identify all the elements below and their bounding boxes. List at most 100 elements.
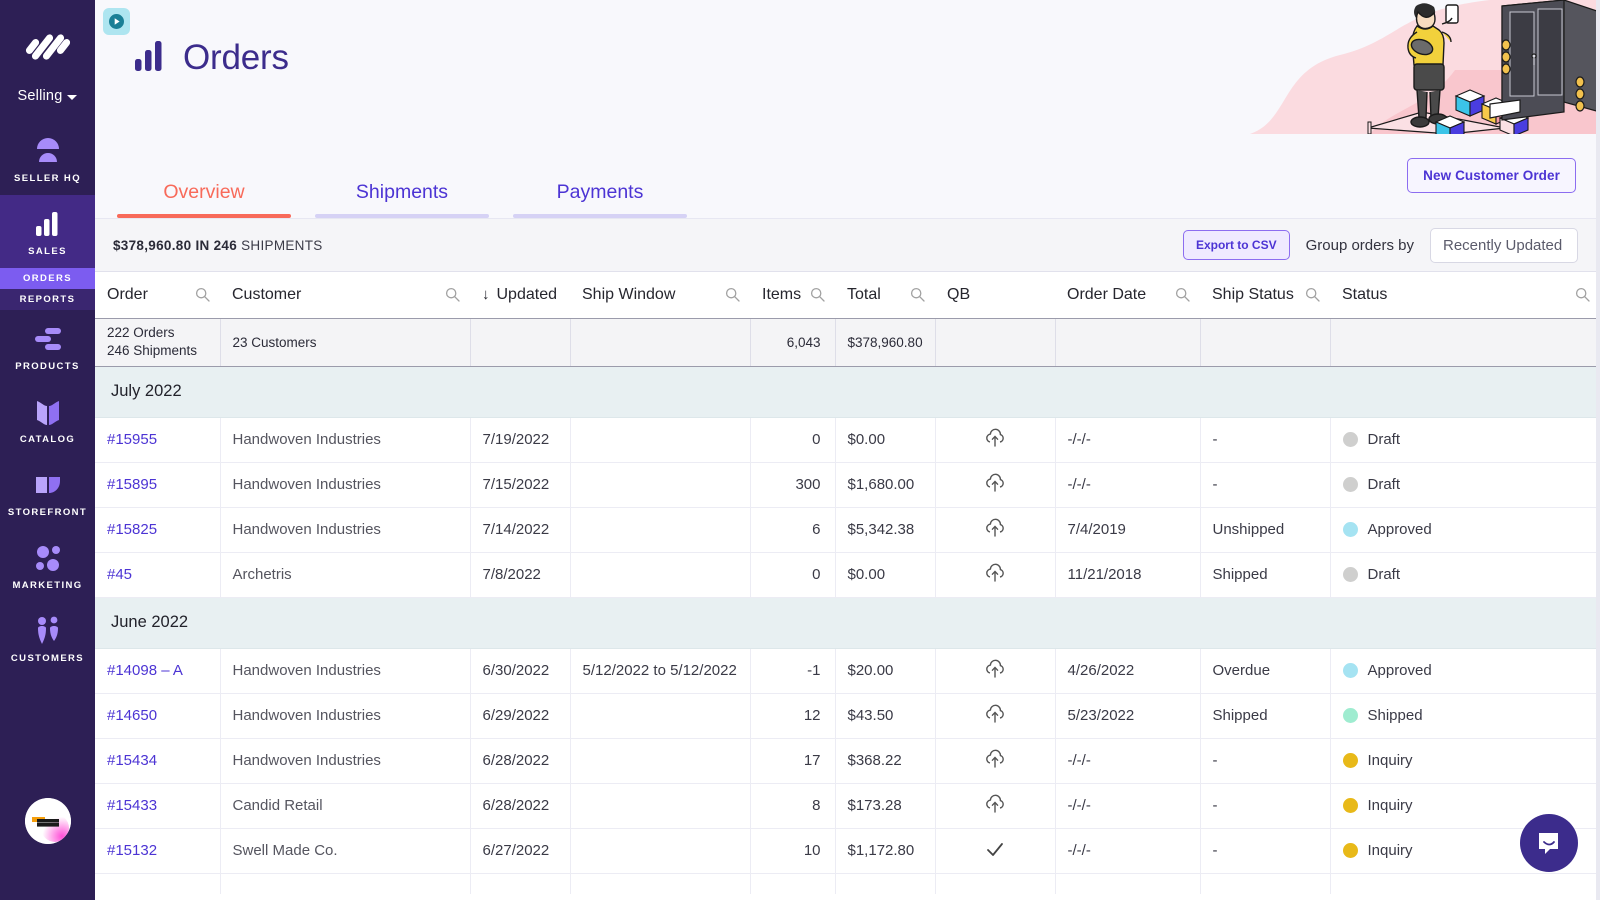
cell-qb[interactable] — [934, 462, 1055, 508]
brand-logo-icon[interactable] — [22, 22, 74, 74]
cell-items: -1 — [749, 648, 835, 694]
table-row[interactable]: #15433 Candid Retail 6/28/2022 8 $173.28 -/-/… — [95, 783, 1600, 829]
table-row[interactable]: #45 Archetris 7/8/2022 0 $0.00 11/21/2018 Ship… — [95, 552, 1600, 598]
export-to-csv-button[interactable]: Export to CSV — [1182, 230, 1290, 260]
new-customer-order-button[interactable]: New Customer Order — [1407, 158, 1576, 193]
search-icon[interactable] — [725, 287, 740, 302]
cell-items: 8 — [749, 783, 835, 829]
search-icon[interactable] — [195, 287, 210, 302]
cloud-upload-icon[interactable] — [984, 794, 1006, 819]
search-icon[interactable] — [445, 287, 460, 302]
status-dot-icon — [1342, 798, 1358, 813]
table-row[interactable]: #15895 Handwoven Industries 7/15/2022 300 $1… — [95, 462, 1600, 508]
sidebar-item-storefront[interactable]: STOREFRONT — [0, 456, 95, 529]
tab-overview[interactable]: Overview — [105, 181, 303, 218]
cell-status: Draft — [1329, 417, 1600, 463]
cell-qb[interactable] — [934, 648, 1055, 694]
cloud-upload-icon[interactable] — [984, 518, 1006, 543]
column-header-items[interactable]: Items — [750, 272, 835, 319]
play-circle-icon[interactable] — [103, 8, 130, 35]
orders-table-wrapper[interactable]: Order Customer ↓ Updated Ship Window Ite… — [95, 272, 1600, 894]
sidebar-item-seller-hq[interactable]: SELLER HQ — [0, 122, 95, 195]
order-link[interactable]: #15433 — [107, 797, 157, 814]
column-header-order-date[interactable]: Order Date — [1055, 272, 1200, 319]
table-row[interactable]: #14098 – A Handwoven Industries 6/30/2022 5… — [95, 648, 1600, 694]
avatar[interactable] — [24, 798, 71, 844]
column-header-qb[interactable]: QB — [935, 272, 1055, 319]
sidebar-item-catalog[interactable]: CATALOG — [0, 383, 95, 456]
check-icon[interactable] — [984, 842, 1006, 864]
search-icon[interactable] — [1575, 287, 1590, 302]
cell-order[interactable]: #15895 — [95, 462, 220, 508]
cell-order[interactable]: #45 — [95, 552, 220, 598]
table-row[interactable]: #15825 Handwoven Industries 7/14/2022 6 $5,3… — [95, 507, 1600, 553]
orders-table-header-row: Order Customer ↓ Updated Ship Window Ite… — [95, 272, 1600, 319]
column-header-ship-status[interactable]: Ship Status — [1200, 272, 1330, 319]
sidebar-subitem-reports[interactable]: REPORTS — [0, 289, 95, 310]
cell-qb[interactable] — [934, 783, 1055, 829]
cell-order[interactable]: #15825 — [95, 507, 220, 553]
tab-payments[interactable]: Payments — [501, 181, 699, 218]
table-row[interactable]: #14650 Handwoven Industries 6/29/2022 12 $43… — [95, 693, 1600, 739]
cloud-upload-icon[interactable] — [984, 704, 1006, 729]
cell-order[interactable]: #15955 — [95, 417, 220, 463]
cell-ship-window: 5/12/2022 to 5/12/2022 — [569, 648, 750, 694]
order-link[interactable]: #15955 — [107, 431, 157, 448]
search-icon[interactable] — [910, 287, 925, 302]
orders-table-body: 222 Orders 246 Shipments 23 Customers 6,… — [95, 318, 1600, 367]
order-link[interactable]: #15434 — [107, 752, 157, 769]
column-header-customer[interactable]: Customer — [220, 272, 470, 319]
cloud-upload-icon[interactable] — [984, 473, 1006, 498]
cell-order[interactable]: #15433 — [95, 783, 220, 829]
order-link[interactable]: #15132 — [107, 842, 157, 859]
cell-order[interactable]: #14650 — [95, 693, 220, 739]
cell-qb[interactable] — [934, 828, 1055, 874]
cell-qb[interactable] — [934, 738, 1055, 784]
group-orders-by-select[interactable]: Recently Updated — [1430, 227, 1578, 263]
column-header-status[interactable]: Status — [1330, 272, 1600, 319]
table-row[interactable] — [95, 873, 1600, 894]
sidebar-item-products[interactable]: PRODUCTS — [0, 310, 95, 383]
cell-partial — [834, 873, 935, 894]
cloud-upload-icon[interactable] — [984, 659, 1006, 684]
sidebar-subitem-orders[interactable]: ORDERS — [0, 268, 95, 289]
account-switcher[interactable]: Selling — [18, 88, 78, 104]
cell-order[interactable]: #15434 — [95, 738, 220, 784]
sidebar-subitem-label: ORDERS — [22, 273, 73, 284]
order-link[interactable]: #15895 — [107, 476, 157, 493]
cell-qb[interactable] — [934, 417, 1055, 463]
column-header-ship-window[interactable]: Ship Window — [570, 272, 750, 319]
column-header-order[interactable]: Order — [95, 272, 220, 319]
cell-total: $0.00 — [834, 552, 935, 598]
status-label: Inquiry — [1367, 752, 1413, 769]
sidebar-item-marketing[interactable]: MARKETING — [0, 529, 95, 602]
order-link[interactable]: #45 — [107, 566, 132, 583]
table-row[interactable]: #15132 Swell Made Co. 6/27/2022 10 $1,172.80… — [95, 828, 1600, 874]
sidebar-item-customers[interactable]: CUSTOMERS — [0, 602, 95, 675]
products-icon — [32, 324, 64, 354]
search-icon[interactable] — [810, 287, 825, 302]
order-link[interactable]: #15825 — [107, 521, 157, 538]
status-label: Inquiry — [1367, 842, 1413, 859]
cloud-upload-icon[interactable] — [984, 749, 1006, 774]
cell-qb[interactable] — [934, 552, 1055, 598]
search-icon[interactable] — [1305, 287, 1320, 302]
tab-shipments[interactable]: Shipments — [303, 181, 501, 218]
cell-partial — [95, 873, 220, 894]
cell-qb[interactable] — [934, 507, 1055, 553]
cloud-upload-icon[interactable] — [984, 563, 1006, 588]
cell-order[interactable]: #14098 – A — [95, 648, 220, 694]
vertical-scrollbar[interactable] — [1596, 0, 1600, 900]
order-link[interactable]: #14098 – A — [107, 662, 183, 679]
cell-qb[interactable] — [934, 693, 1055, 739]
cell-order[interactable]: #15132 — [95, 828, 220, 874]
chat-bubble-icon[interactable] — [1520, 814, 1578, 872]
column-header-updated[interactable]: ↓ Updated — [470, 272, 570, 319]
search-icon[interactable] — [1175, 287, 1190, 302]
sidebar-item-sales[interactable]: SALES — [0, 195, 95, 268]
cloud-upload-icon[interactable] — [984, 428, 1006, 453]
table-row[interactable]: #15434 Handwoven Industries 6/28/2022 17 $36… — [95, 738, 1600, 784]
order-link[interactable]: #14650 — [107, 707, 157, 724]
column-header-total[interactable]: Total — [835, 272, 935, 319]
table-row[interactable]: #15955 Handwoven Industries 7/19/2022 0 $0.0… — [95, 417, 1600, 463]
